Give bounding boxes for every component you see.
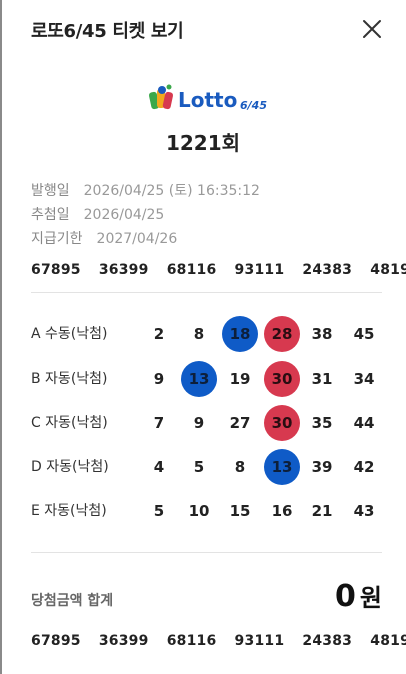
game-label: C 자동(낙첨)	[31, 415, 108, 431]
payment-deadline-value: 2027/04/26	[96, 231, 178, 247]
lotto-number: 19	[229, 370, 251, 388]
issue-date-row: 발행일 2026/04/25 (토) 16:35:12	[31, 180, 260, 200]
lotto-number: 5	[153, 502, 165, 520]
lotto-number: 30	[264, 361, 300, 397]
lotto-number: 8	[234, 458, 246, 476]
draw-date-row: 추첨일 2026/04/25	[31, 204, 164, 224]
lotto-number: 21	[311, 502, 333, 520]
divider	[31, 552, 382, 553]
close-icon	[363, 20, 381, 38]
game-row: A 수동(낙첨) 2 8 18 28 38 45	[31, 316, 382, 352]
round-number: 1221회	[165, 131, 241, 155]
lotto-number: 13	[264, 449, 300, 485]
lotto-number: 9	[193, 414, 205, 432]
lotto-number: 27	[229, 414, 251, 432]
logo-suffix: 6/45	[240, 99, 267, 112]
game-label: E 자동(낙첨)	[31, 503, 107, 519]
lotto-number: 2	[153, 325, 165, 343]
lotto-number: 39	[311, 458, 333, 476]
lotto-number: 7	[153, 414, 165, 432]
lotto-number: 9	[153, 370, 165, 388]
issue-date-value: 2026/04/25 (토) 16:35:12	[83, 183, 260, 199]
page-title: 로또6/45 티켓 보기	[31, 21, 184, 42]
game-label: A 수동(낙첨)	[31, 326, 108, 342]
lotto-number: 18	[222, 316, 258, 352]
lotto-number: 35	[311, 414, 333, 432]
game-row: C 자동(낙첨) 7 9 27 30 35 44	[31, 405, 382, 441]
close-button[interactable]	[360, 17, 384, 41]
lotto-number: 30	[264, 405, 300, 441]
lotto-number: 10	[188, 502, 210, 520]
lotto-number: 38	[311, 325, 333, 343]
lotto-number: 13	[181, 361, 217, 397]
winnings-amount: 0원	[335, 578, 382, 614]
lotto-number: 44	[353, 414, 375, 432]
lotto-number: 42	[353, 458, 375, 476]
draw-date-value: 2026/04/25	[83, 207, 165, 223]
window-left-edge	[0, 0, 2, 674]
game-label: D 자동(낙첨)	[31, 459, 109, 475]
lotto-number: 28	[264, 316, 300, 352]
game-row: E 자동(낙첨) 5 10 15 16 21 43	[31, 493, 382, 529]
divider	[31, 292, 382, 293]
lotto-number: 34	[353, 370, 375, 388]
lotto-number: 5	[193, 458, 205, 476]
lotto-number: 45	[353, 325, 375, 343]
lotto-number: 15	[229, 502, 251, 520]
winnings-label: 당첨금액 합계	[31, 593, 114, 609]
issue-date-label: 발행일	[31, 183, 70, 199]
payment-deadline-row: 지급기한 2027/04/26	[31, 228, 177, 248]
payment-deadline-label: 지급기한	[31, 231, 83, 247]
game-row: D 자동(낙첨) 4 5 8 13 39 42	[31, 449, 382, 485]
game-label: B 자동(낙첨)	[31, 371, 108, 387]
lotto-number: 8	[193, 325, 205, 343]
ticket-serial: 67895 36399 68116 93111 24383 48199	[31, 262, 406, 278]
lotto-number: 31	[311, 370, 333, 388]
lotto-number: 4	[153, 458, 165, 476]
winnings-value: 0	[335, 579, 356, 614]
winnings-unit: 원	[359, 584, 382, 612]
lotto-clover-logo-icon: Lotto 6/45	[148, 84, 267, 112]
draw-date-label: 추첨일	[31, 207, 70, 223]
lotto-number: 16	[271, 502, 293, 520]
lotto-number: 43	[353, 502, 375, 520]
game-row: B 자동(낙첨) 9 13 19 30 31 34	[31, 361, 382, 397]
logo-text: Lotto	[178, 88, 237, 112]
ticket-serial-bottom: 67895 36399 68116 93111 24383 48199	[31, 633, 406, 649]
